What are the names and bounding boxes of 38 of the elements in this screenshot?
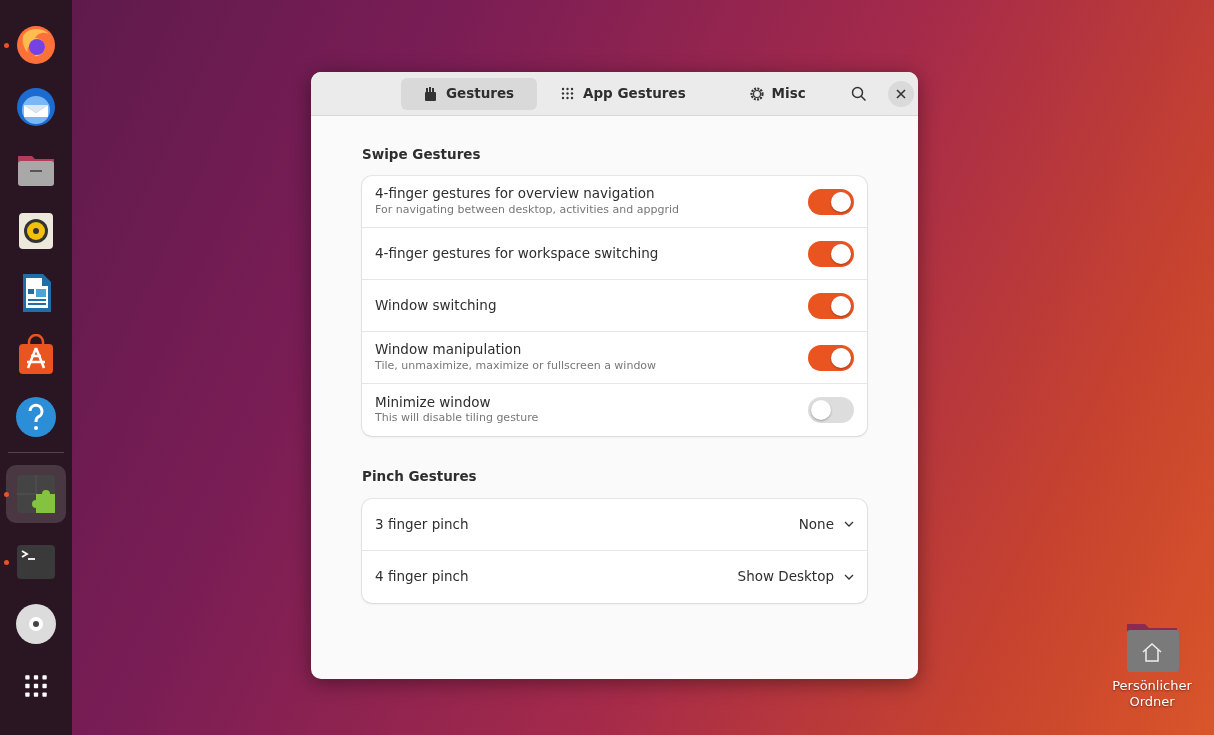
row-subtitle: For navigating between desktop, activities and appgrid: [375, 201, 680, 218]
row-title: 3 finger pinch: [375, 515, 470, 533]
row-title: 4 finger pinch: [375, 568, 470, 585]
row-title: 4-finger gestures for overview navigation: [375, 185, 656, 202]
row-subtitle: Tile, unmaximize, maximize or fullscreen a window: [375, 357, 658, 374]
search-icon: [850, 85, 867, 102]
grid-icon: [561, 86, 575, 101]
row-subtitle: This will disable tiling gesture: [375, 410, 540, 427]
chevron-down-icon: [844, 521, 854, 527]
gestures-icon: [423, 86, 438, 101]
row-title: 4-finger gestures for workspace switching: [375, 245, 660, 263]
toggle-switch[interactable]: [808, 344, 854, 371]
gear-icon: [749, 86, 764, 101]
section-title: Swipe Gestures: [362, 145, 482, 164]
dock-item-highlight[interactable]: [6, 465, 66, 523]
toggle-switch[interactable]: [808, 292, 854, 319]
mail-icon[interactable]: [15, 86, 57, 128]
home-folder-icon[interactable]: [1125, 622, 1179, 672]
toggle-switch[interactable]: [808, 188, 854, 215]
close-icon: [895, 88, 906, 99]
row-title: Minimize window: [375, 393, 492, 411]
row-title: Window manipulation: [375, 341, 523, 358]
dropdown[interactable]: Show Desktop: [737, 566, 854, 587]
tab[interactable]: Misc: [709, 77, 846, 110]
toggle-switch[interactable]: [808, 240, 854, 267]
tab[interactable]: Gestures: [401, 77, 537, 110]
browser-icon[interactable]: [15, 24, 57, 66]
toggle-switch[interactable]: [808, 397, 854, 424]
section-title: Pinch Gestures: [362, 467, 478, 487]
dropdown[interactable]: None: [798, 513, 854, 535]
tab[interactable]: App Gestures: [545, 77, 702, 110]
folder-label[interactable]: Persönlicher Ordner: [1104, 678, 1200, 711]
close-button[interactable]: [887, 80, 914, 107]
chevron-down-icon: [844, 573, 854, 580]
help-icon[interactable]: [15, 396, 57, 438]
puzzle-icon[interactable]: [15, 473, 57, 515]
row-title: Window switching: [375, 297, 498, 315]
disc-icon[interactable]: [15, 603, 57, 645]
